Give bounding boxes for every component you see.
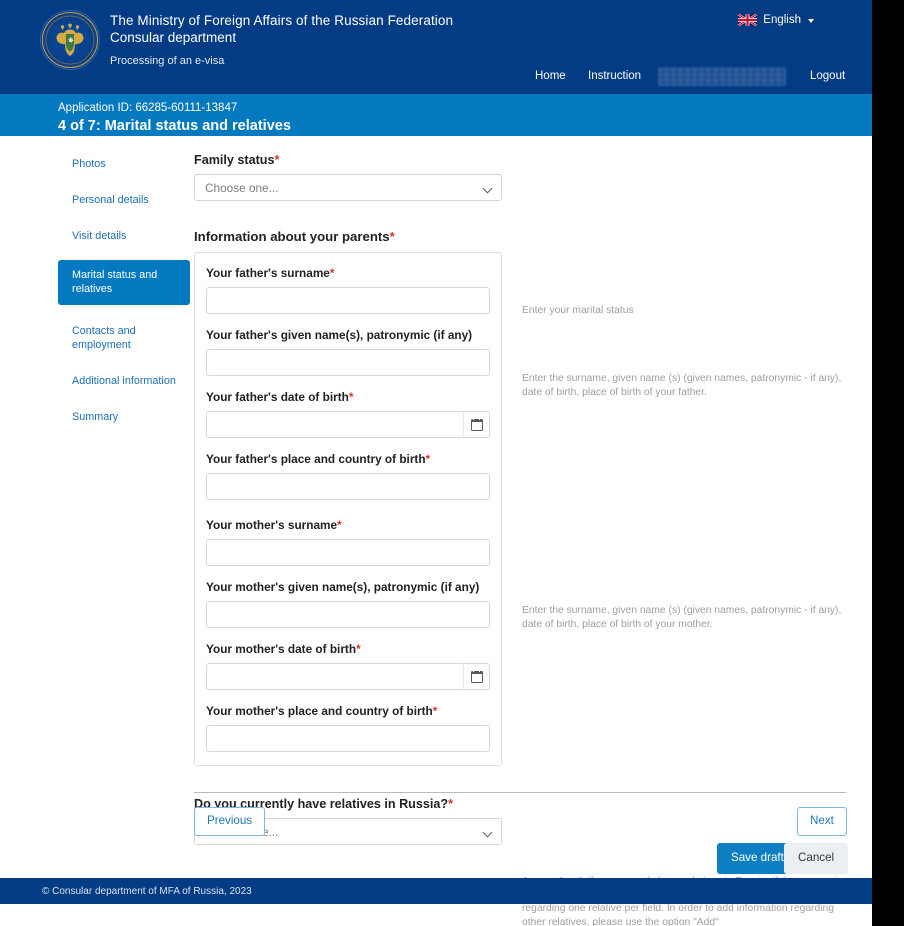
mother-dob-calendar-button[interactable] bbox=[463, 663, 490, 690]
father-given-names-block: Your father's given name(s), patronymic … bbox=[206, 328, 490, 376]
nav-link-home[interactable]: Home bbox=[535, 70, 566, 82]
top-navigation: Home Instruction Logout bbox=[0, 66, 872, 94]
mother-surname-label-text: Your mother's surname bbox=[206, 518, 338, 532]
parents-section-title-text: Information about your parents bbox=[194, 229, 390, 244]
sidebar-item-visit-details[interactable]: Visit details bbox=[58, 224, 190, 248]
mother-birthplace-label: Your mother's place and country of birth… bbox=[206, 704, 490, 719]
father-birthplace-input[interactable] bbox=[206, 473, 490, 500]
form-divider bbox=[194, 792, 846, 793]
father-given-names-label: Your father's given name(s), patronymic … bbox=[206, 328, 490, 343]
chevron-down-icon bbox=[808, 19, 814, 23]
previous-button[interactable]: Previous bbox=[194, 807, 266, 836]
nav-link-logout[interactable]: Logout bbox=[810, 70, 845, 82]
russian-coat-of-arms-seal-icon bbox=[40, 10, 100, 70]
required-marker: * bbox=[432, 704, 438, 718]
brand-block: The Ministry of Foreign Affairs of the R… bbox=[110, 12, 453, 69]
application-subheader: Application ID: 66285-60111-13847 4 of 7… bbox=[0, 94, 872, 136]
mother-dob-block: Your mother's date of birth* bbox=[206, 642, 490, 690]
mother-surname-label: Your mother's surname* bbox=[206, 518, 490, 533]
page-body: Photos Personal details Visit details Ma… bbox=[0, 136, 872, 926]
step-title: 4 of 7: Marital status and relatives bbox=[58, 118, 291, 134]
mother-given-names-label: Your mother's given name(s), patronymic … bbox=[206, 580, 490, 595]
mother-surname-block: Your mother's surname* bbox=[206, 518, 490, 566]
father-birthplace-label-text: Your father's place and country of birth bbox=[206, 452, 426, 466]
father-dob-block: Your father's date of birth* bbox=[206, 390, 490, 438]
help-text-mother: Enter the surname, given name (s) (given… bbox=[522, 605, 842, 630]
sidebar-item-summary[interactable]: Summary bbox=[58, 405, 190, 429]
father-birthplace-block: Your father's place and country of birth… bbox=[206, 452, 490, 500]
application-page: The Ministry of Foreign Affairs of the R… bbox=[0, 0, 872, 926]
father-dob-input[interactable] bbox=[206, 411, 463, 438]
help-text-father: Enter the surname, given name (s) (given… bbox=[522, 373, 842, 398]
step-sidebar: Photos Personal details Visit details Ma… bbox=[58, 152, 190, 441]
family-status-label: Family status* bbox=[194, 152, 502, 168]
calendar-icon bbox=[470, 668, 483, 683]
copyright-text: © Consular department of MFA of Russia, … bbox=[42, 886, 252, 897]
required-marker: * bbox=[348, 390, 354, 404]
next-button[interactable]: Next bbox=[797, 807, 847, 836]
father-dob-field bbox=[206, 411, 490, 438]
sidebar-item-personal-details[interactable]: Personal details bbox=[58, 188, 190, 212]
father-given-names-input[interactable] bbox=[206, 349, 490, 376]
uk-flag-icon bbox=[738, 14, 758, 26]
cancel-button[interactable]: Cancel bbox=[784, 843, 849, 874]
sidebar-item-marital-status-and-relatives[interactable]: Marital status and relatives bbox=[58, 260, 190, 305]
ministry-name-line1: The Ministry of Foreign Affairs of the R… bbox=[110, 13, 454, 28]
mother-given-names-input[interactable] bbox=[206, 601, 490, 628]
father-surname-label: Your father's surname* bbox=[206, 266, 490, 281]
nav-link-instruction[interactable]: Instruction bbox=[588, 70, 641, 82]
sidebar-item-photos[interactable]: Photos bbox=[58, 152, 190, 176]
mother-dob-label-text: Your mother's date of birth bbox=[206, 642, 357, 656]
site-footer: © Consular department of MFA of Russia, … bbox=[0, 878, 872, 904]
parents-section-title: Information about your parents* bbox=[194, 229, 502, 244]
parents-fieldset: Your father's surname* Your father's giv… bbox=[194, 252, 502, 766]
calendar-icon bbox=[470, 416, 483, 431]
father-surname-block: Your father's surname* bbox=[206, 266, 490, 314]
mother-given-names-label-text: Your mother's given name(s), patronymic … bbox=[206, 580, 480, 594]
application-id: Application ID: 66285-60111-13847 bbox=[58, 102, 238, 114]
required-marker: * bbox=[337, 518, 342, 532]
mother-dob-field bbox=[206, 663, 490, 690]
form-column: Family status* Choose one... Information… bbox=[194, 152, 502, 845]
father-dob-calendar-button[interactable] bbox=[463, 411, 490, 438]
site-header: The Ministry of Foreign Affairs of the R… bbox=[0, 0, 872, 94]
language-selector[interactable]: English bbox=[738, 14, 814, 26]
father-given-names-label-text: Your father's given name(s), patronymic … bbox=[206, 328, 473, 342]
family-status-label-text: Family status bbox=[194, 153, 275, 167]
father-surname-label-text: Your father's surname bbox=[206, 266, 330, 280]
nav-user-redacted[interactable] bbox=[658, 67, 786, 86]
required-marker: * bbox=[425, 452, 431, 466]
mother-given-names-block: Your mother's given name(s), patronymic … bbox=[206, 580, 490, 628]
father-dob-label-text: Your father's date of birth bbox=[206, 390, 349, 404]
mother-dob-input[interactable] bbox=[206, 663, 463, 690]
father-surname-input[interactable] bbox=[206, 287, 490, 314]
mother-birthplace-block: Your mother's place and country of birth… bbox=[206, 704, 490, 752]
required-marker: * bbox=[329, 266, 335, 280]
sidebar-item-additional-information[interactable]: Additional information bbox=[58, 369, 190, 393]
family-status-select[interactable]: Choose one... bbox=[194, 174, 502, 201]
required-marker: * bbox=[389, 229, 395, 244]
required-marker: * bbox=[448, 797, 453, 811]
mother-dob-label: Your mother's date of birth* bbox=[206, 642, 490, 657]
sidebar-item-contacts-and-employment[interactable]: Contacts and employment bbox=[58, 319, 190, 357]
mother-surname-input[interactable] bbox=[206, 539, 490, 566]
language-label: English bbox=[763, 14, 801, 26]
required-marker: * bbox=[356, 642, 361, 656]
help-text-marital-status: Enter your marital status bbox=[522, 305, 634, 316]
ministry-name-line2: Consular department bbox=[110, 30, 237, 45]
family-status-select-wrap: Choose one... bbox=[194, 174, 502, 201]
father-birthplace-label: Your father's place and country of birth… bbox=[206, 452, 490, 467]
father-dob-label: Your father's date of birth* bbox=[206, 390, 490, 405]
required-marker: * bbox=[274, 153, 280, 167]
mother-birthplace-label-text: Your mother's place and country of birth bbox=[206, 704, 433, 718]
mother-birthplace-input[interactable] bbox=[206, 725, 490, 752]
